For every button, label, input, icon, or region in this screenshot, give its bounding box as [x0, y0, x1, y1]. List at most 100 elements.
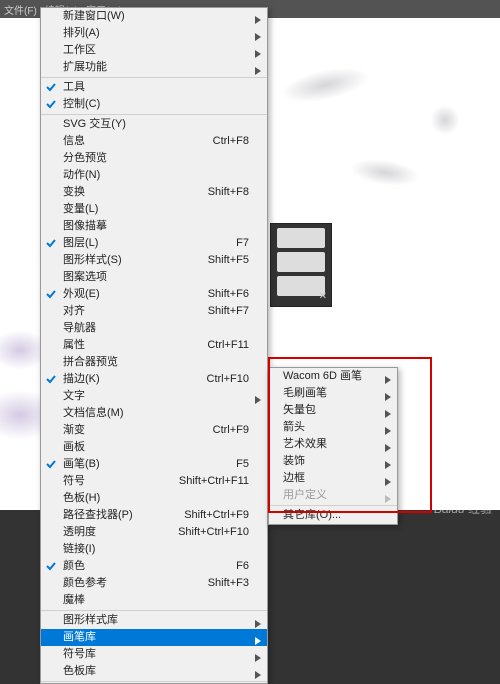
menu-item-label: 描边(K) [63, 373, 100, 385]
menu-item[interactable]: 符号 Shift+Ctrl+F11 [41, 473, 267, 490]
brush-preview[interactable] [277, 252, 325, 272]
submenu-arrow-icon [255, 30, 261, 42]
submenu-item[interactable]: 毛刷画笔 [269, 385, 397, 402]
check-icon [46, 560, 56, 570]
menu-item-label: 图案选项 [63, 271, 107, 283]
menu-item-label: 画板 [63, 441, 85, 453]
menu-item[interactable]: 描边(K)Ctrl+F10 [41, 371, 267, 388]
menu-item[interactable]: 渐变Ctrl+F9 [41, 422, 267, 439]
submenu-item[interactable]: 其它库(O)... [269, 507, 397, 524]
menu-item-label: 符号 [63, 475, 85, 487]
menu-item[interactable]: 图案选项 [41, 269, 267, 286]
submenu-arrow-icon [255, 13, 261, 25]
menu-shortcut: Shift+Ctrl+F11 [179, 473, 249, 490]
menu-item[interactable]: 画笔库 [41, 629, 267, 646]
menu-item-label: 魔棒 [63, 594, 85, 606]
menu-item[interactable]: 新建窗口(W) [41, 8, 267, 25]
menu-item[interactable]: 对齐Shift+F7 [41, 303, 267, 320]
menu-item[interactable]: 动作(N) [41, 167, 267, 184]
submenu-item-label: 艺术效果 [283, 438, 327, 450]
brush-stroke [430, 105, 460, 135]
menu-item-label: 颜色 [63, 560, 85, 572]
menu-item[interactable]: 图形样式(S)Shift+F5 [41, 252, 267, 269]
brush-stroke [349, 155, 422, 189]
menu-item[interactable]: 符号库 [41, 646, 267, 663]
menu-item[interactable]: 链接(I) [41, 541, 267, 558]
submenu-arrow-icon [255, 617, 261, 629]
menu-shortcut: Shift+F6 [208, 286, 249, 303]
menu-item[interactable]: 图层(L)F7 [41, 235, 267, 252]
submenu-item[interactable]: 箭头 [269, 419, 397, 436]
menu-item[interactable]: 扩展功能 [41, 59, 267, 76]
menu-item[interactable]: SVG 交互(Y) [41, 116, 267, 133]
menu-item[interactable]: 颜色参考 Shift+F3 [41, 575, 267, 592]
check-icon [46, 373, 56, 383]
menu-item[interactable]: 魔棒 [41, 592, 267, 609]
menu-item[interactable]: 外观(E)Shift+F6 [41, 286, 267, 303]
brush-stroke [278, 61, 372, 109]
brushes-panel[interactable]: ✕ [270, 223, 332, 307]
menu-item[interactable]: 文档信息(M) [41, 405, 267, 422]
menu-item[interactable]: 分色预览 [41, 150, 267, 167]
submenu-arrow-icon [255, 47, 261, 59]
submenu-item-label: 边框 [283, 472, 305, 484]
submenu-item: 用户定义 [269, 487, 397, 504]
submenu-arrow-icon [255, 393, 261, 405]
menu-item[interactable]: 变换Shift+F8 [41, 184, 267, 201]
menu-item-label: 导航器 [63, 322, 96, 334]
check-icon [46, 98, 56, 108]
submenu-item-label: Wacom 6D 画笔 [283, 370, 362, 382]
submenu-item[interactable]: 装饰 [269, 453, 397, 470]
submenu-item[interactable]: Wacom 6D 画笔 [269, 368, 397, 385]
menu-item-label: 新建窗口(W) [63, 10, 125, 22]
menu-item[interactable]: 导航器 [41, 320, 267, 337]
submenu-arrow-icon [255, 634, 261, 646]
check-icon [46, 81, 56, 91]
menu-item[interactable]: 排列(A) [41, 25, 267, 42]
menu-item[interactable]: 图形样式库 [41, 612, 267, 629]
menu-separator [41, 610, 267, 611]
menu-shortcut: F5 [236, 456, 249, 473]
menu-item[interactable]: 控制(C) [41, 96, 267, 113]
submenu-arrow-icon [255, 651, 261, 663]
menu-item[interactable]: 透明度Shift+Ctrl+F10 [41, 524, 267, 541]
brush-preview[interactable] [277, 228, 325, 248]
menu-item[interactable]: 拼合器预览 [41, 354, 267, 371]
watermark: Baidu 经验 [434, 500, 492, 517]
menu-item-label: 色板(H) [63, 492, 100, 504]
menu-item-label: 分色预览 [63, 152, 107, 164]
menu-item-label: 颜色参考 [63, 577, 107, 589]
close-icon[interactable]: ✕ [319, 291, 327, 302]
menu-item[interactable]: 画板 [41, 439, 267, 456]
submenu-item[interactable]: 矢量包 [269, 402, 397, 419]
menu-item-label: 渐变 [63, 424, 85, 436]
submenu-item[interactable]: 艺术效果 [269, 436, 397, 453]
menu-item-label: 文档信息(M) [63, 407, 124, 419]
menu-item[interactable]: 变量(L) [41, 201, 267, 218]
menu-item-label: 信息 [63, 135, 85, 147]
menu-separator [41, 77, 267, 78]
submenu-item-label: 用户定义 [283, 489, 327, 501]
menu-item[interactable]: 色板库 [41, 663, 267, 680]
menu-item[interactable]: 画笔(B)F5 [41, 456, 267, 473]
menu-item-label: 路径查找器(P) [63, 509, 133, 521]
menu-item[interactable]: 属性Ctrl+F11 [41, 337, 267, 354]
menu-item[interactable]: 颜色 F6 [41, 558, 267, 575]
menu-item-label: 控制(C) [63, 98, 100, 110]
menu-shortcut: Shift+F3 [208, 575, 249, 592]
menu-item[interactable]: 色板(H) [41, 490, 267, 507]
menu-item[interactable]: 图像描摹 [41, 218, 267, 235]
menu-item[interactable]: 路径查找器(P)Shift+Ctrl+F9 [41, 507, 267, 524]
submenu-item-label: 装饰 [283, 455, 305, 467]
menubar-item[interactable]: 文件(F) [4, 2, 37, 17]
check-icon [46, 288, 56, 298]
menu-item[interactable]: 信息Ctrl+F8 [41, 133, 267, 150]
check-icon [46, 458, 56, 468]
menu-item[interactable]: 工作区 [41, 42, 267, 59]
menu-item[interactable]: 工具 [41, 79, 267, 96]
menu-item-label: 色板库 [63, 665, 96, 677]
menu-item[interactable]: 文字 [41, 388, 267, 405]
submenu-item[interactable]: 边框 [269, 470, 397, 487]
menu-shortcut: F6 [236, 558, 249, 575]
menu-separator [41, 114, 267, 115]
